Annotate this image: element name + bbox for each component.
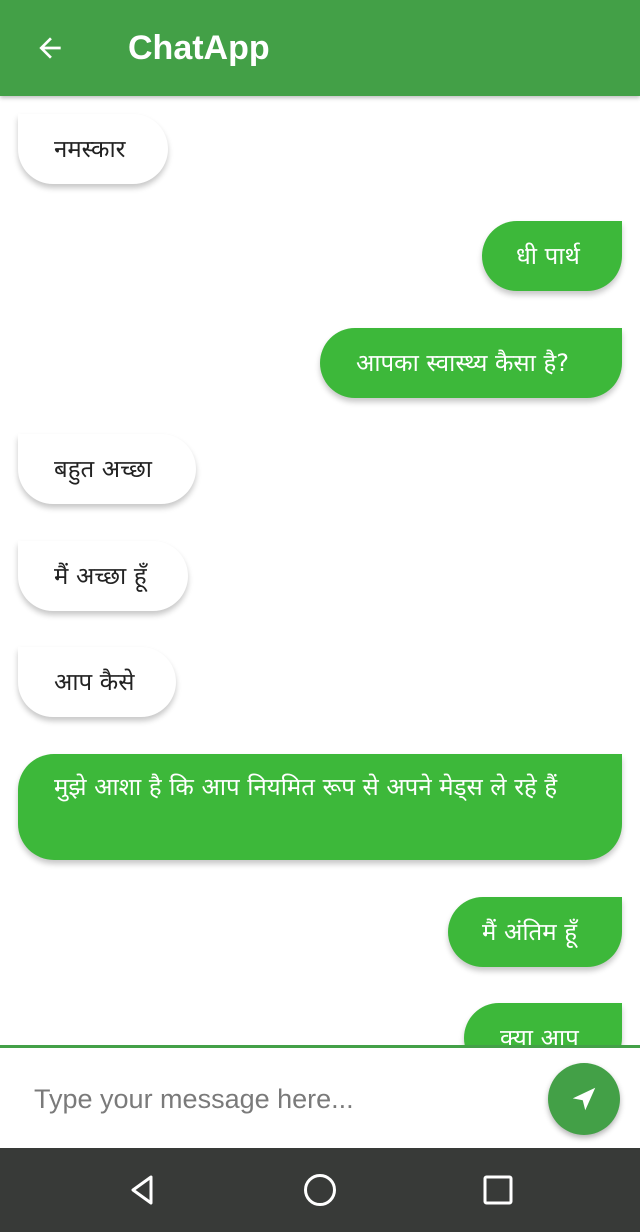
nav-recents-icon xyxy=(483,1175,513,1205)
message-bubble-incoming: नमस्कार xyxy=(18,114,168,184)
system-nav-bar xyxy=(0,1148,640,1232)
message-input[interactable] xyxy=(34,1076,524,1122)
back-button[interactable] xyxy=(28,26,72,70)
send-icon xyxy=(572,1087,596,1111)
nav-home-button[interactable] xyxy=(298,1168,342,1212)
composer-divider xyxy=(0,1045,640,1048)
message-bubble-outgoing: मैं अंतिम हूँ xyxy=(448,897,622,967)
nav-recents-button[interactable] xyxy=(476,1168,520,1212)
message-list[interactable]: नमस्कार धी पार्थ आपका स्वास्थ्य कैसा है?… xyxy=(0,96,640,1076)
nav-back-icon xyxy=(131,1175,153,1205)
message-text: आप कैसे xyxy=(54,668,135,696)
message-text: धी पार्थ xyxy=(516,242,580,270)
message-text: नमस्कार xyxy=(54,135,126,163)
message-bubble-incoming: मैं अच्छा हूँ xyxy=(18,541,188,611)
message-bubble-outgoing: आपका स्वास्थ्य कैसा है? xyxy=(320,328,622,398)
message-text: आपका स्वास्थ्य कैसा है? xyxy=(356,349,569,377)
app-bar: ChatApp xyxy=(0,0,640,96)
send-button[interactable] xyxy=(548,1063,620,1135)
message-bubble-outgoing: धी पार्थ xyxy=(482,221,622,291)
arrow-left-icon xyxy=(39,37,61,59)
message-composer xyxy=(0,1048,640,1148)
message-text: बहुत अच्छा xyxy=(54,455,152,483)
message-text: मैं अंतिम हूँ xyxy=(482,918,577,946)
message-text: मुझे आशा है कि आप नियमित रूप से अपने मेड… xyxy=(54,773,558,801)
message-bubble-incoming: आप कैसे xyxy=(18,647,176,717)
message-bubble-outgoing: मुझे आशा है कि आप नियमित रूप से अपने मेड… xyxy=(18,754,622,860)
nav-back-button[interactable] xyxy=(120,1168,164,1212)
nav-home-icon xyxy=(304,1174,336,1206)
app-title: ChatApp xyxy=(128,29,270,67)
message-text: मैं अच्छा हूँ xyxy=(54,562,147,590)
message-bubble-incoming: बहुत अच्छा xyxy=(18,434,196,504)
